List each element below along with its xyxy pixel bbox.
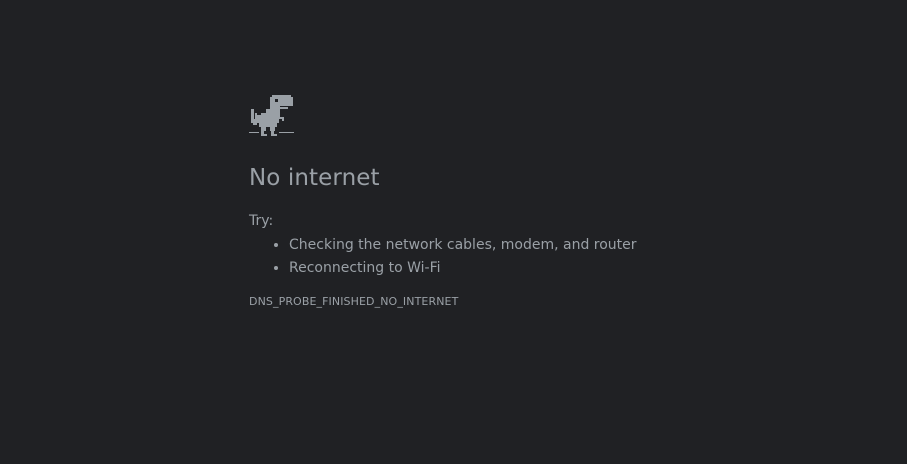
page-title: No internet <box>249 165 380 191</box>
try-label: Try: <box>249 213 274 229</box>
error-content: No internet Try: Checking the network ca… <box>249 92 849 310</box>
list-item: Checking the network cables, modem, and … <box>289 234 849 257</box>
suggestions-list: Checking the network cables, modem, and … <box>249 234 849 280</box>
error-code: DNS_PROBE_FINISHED_NO_INTERNET <box>249 295 459 308</box>
offline-dino-icon <box>249 95 294 136</box>
list-item: Reconnecting to Wi-Fi <box>289 257 849 280</box>
